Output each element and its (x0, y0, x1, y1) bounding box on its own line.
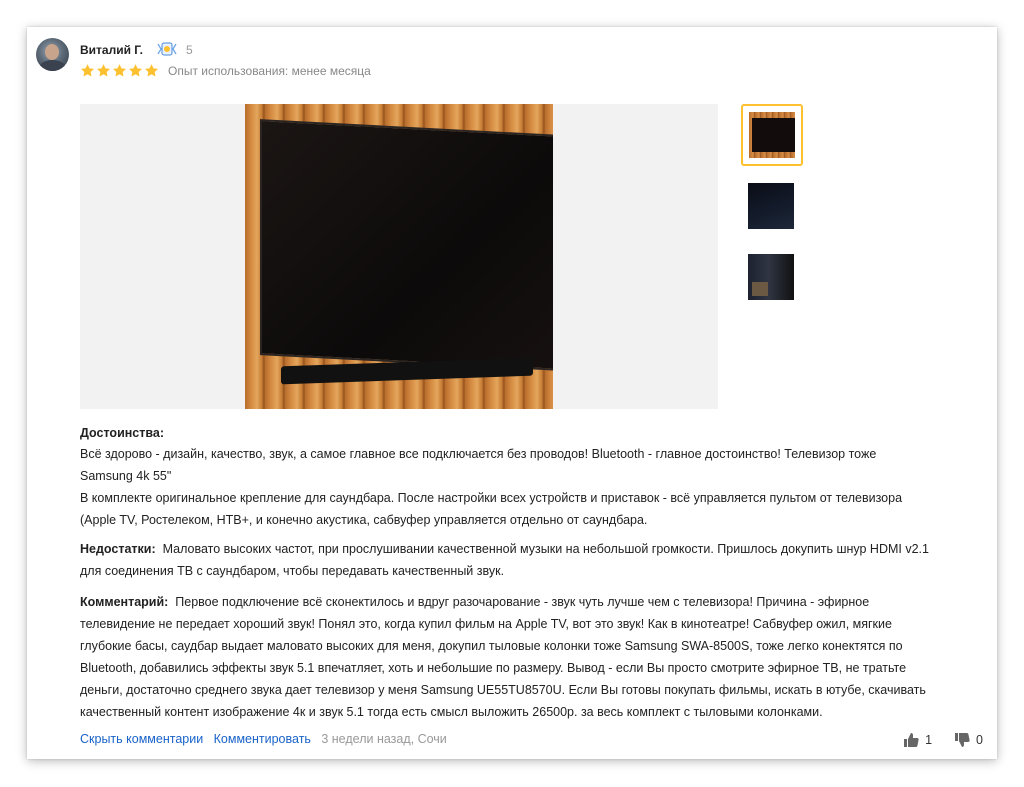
comment-section: Комментарий: Первое подключение всё скон… (80, 595, 926, 719)
star-icon (112, 64, 127, 77)
thumbs-down-icon (955, 733, 970, 747)
like-button[interactable]: 1 (903, 732, 932, 748)
author-name[interactable]: Виталий Г. (80, 43, 143, 57)
star-icon (128, 64, 143, 77)
votes: 1 0 (903, 732, 983, 748)
pros-text: Всё здорово - дизайн, качество, звук, а … (80, 447, 903, 527)
dislike-button[interactable]: 0 (954, 732, 983, 748)
star-icon (80, 64, 95, 77)
cons-section: Недостатки: Маловато высоких частот, при… (80, 542, 929, 578)
dislike-count: 0 (976, 733, 983, 747)
cons-heading: Недостатки: (80, 542, 156, 556)
review-card: Виталий Г. 5 Опыт использования: менее м… (27, 27, 997, 759)
thumbnail-1-selected[interactable] (741, 104, 803, 166)
review-meta: 3 недели назад, Сочи (321, 732, 447, 746)
comment-text: Первое подключение всё сконектилось и вд… (175, 595, 870, 609)
star-icon (96, 64, 111, 77)
like-count: 1 (925, 733, 933, 747)
usage-experience: Опыт использования: менее месяца (168, 64, 371, 78)
pros-heading: Достоинства: (80, 426, 165, 440)
avatar[interactable] (36, 38, 69, 71)
achievement-badge-icon[interactable] (156, 41, 178, 57)
cons-text: Маловато высоких частот, при прослушиван… (162, 542, 929, 556)
review-footer: Скрыть комментарии Комментировать 3 неде… (80, 732, 447, 746)
thumbs-up-icon (904, 733, 919, 747)
star-icon (144, 64, 159, 77)
hide-comments-link[interactable]: Скрыть комментарии (80, 732, 203, 746)
comment-link[interactable]: Комментировать (214, 732, 311, 746)
badge-count: 5 (186, 43, 193, 57)
photo-tv-on-wall (245, 104, 553, 409)
main-photo[interactable] (80, 104, 718, 409)
rating-stars (80, 63, 159, 78)
comment-heading: Комментарий: (80, 595, 169, 609)
thumbnail-2[interactable] (748, 183, 794, 229)
thumbnail-3[interactable] (748, 254, 794, 300)
